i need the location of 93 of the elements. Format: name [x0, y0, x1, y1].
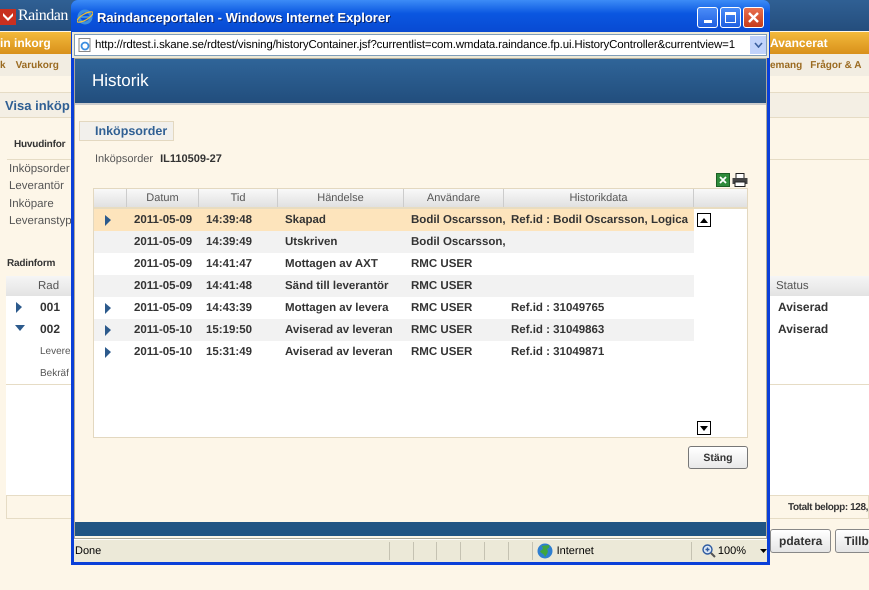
table-cell: Mottagen av levera [285, 302, 389, 314]
page-title: Historik [91, 71, 149, 91]
field-label: Levere [40, 346, 71, 356]
table-cell-text: Aviserad [777, 322, 828, 336]
column-header[interactable]: Tid [199, 189, 278, 207]
table-cell: 2011-05-09 [134, 258, 192, 270]
caret-icon [760, 549, 767, 553]
total-amount: Totalt belopp: 128, [788, 502, 868, 512]
maximize-icon [725, 12, 736, 22]
section-tab[interactable]: Inköpsorder [79, 121, 174, 141]
column-header: Status [775, 280, 809, 292]
table-cell: RMC USER [411, 302, 472, 314]
window-title: Raindanceportalen - Windows Internet Explorer [97, 10, 392, 24]
table-cell: Ref.id : 31049765 [511, 302, 604, 314]
browser-icon [77, 9, 93, 25]
field-label: Inköpsorder [8, 162, 70, 175]
minimize-icon [704, 20, 712, 23]
section-title: Huvudinfor [14, 139, 66, 150]
field-label: Inköpare [8, 198, 54, 210]
table-cell: RMC USER [411, 258, 472, 270]
table-cell: 14:43:39 [206, 302, 252, 314]
table-cell: 002 [40, 322, 60, 336]
table-cell: 2011-05-09 [134, 280, 192, 292]
table-cell: Aviserad av leveran [285, 324, 393, 336]
nav-link[interactable]: emang [770, 60, 802, 70]
down-arrow-icon [700, 426, 708, 430]
zoom-control[interactable]: 100% [690, 542, 746, 560]
page-heading: Visa inköp [4, 98, 70, 112]
logo-icon [0, 6, 16, 24]
field-label: Leveranstyp [8, 215, 72, 228]
table-cell: Bodil Oscarsson, [411, 214, 506, 226]
close-icon [748, 12, 759, 22]
column-header[interactable]: Historikdata [504, 189, 694, 207]
scroll-up-button[interactable] [697, 213, 711, 227]
field-value: IL110509-27 [160, 153, 222, 165]
table-cell: 2011-05-10 [134, 324, 192, 336]
column-header[interactable]: Händelse [278, 189, 404, 207]
page-button[interactable]: pdatera [770, 529, 832, 553]
nav-link[interactable]: Frågor & A [810, 60, 862, 70]
column-header[interactable]: Datum [127, 189, 199, 207]
table-cell: Skapad [285, 214, 326, 226]
table-cell: Ref.id : 31049871 [511, 346, 604, 358]
column-header: Rad [37, 280, 60, 292]
up-arrow-icon [700, 218, 708, 222]
table-cell: Ref.id : Bodil Oscarsson, Logica [511, 214, 688, 226]
table-cell: Aviserad av leveran [285, 346, 393, 358]
table-cell: Utskriven [285, 236, 338, 248]
column-header[interactable]: Användare [404, 189, 504, 207]
status-text: Done [74, 545, 102, 557]
logo-text: Raindan [18, 6, 68, 24]
table-cell: 14:41:48 [206, 280, 252, 292]
table-cell: 15:31:49 [206, 346, 252, 358]
nav-link[interactable]: Varukorg [16, 60, 59, 70]
table-cell: 15:19:50 [206, 324, 252, 336]
nav-link[interactable]: k [0, 60, 6, 70]
dropdown-button[interactable] [750, 36, 766, 54]
table-cell: 14:39:49 [206, 236, 252, 248]
table-cell: 14:41:47 [206, 258, 252, 270]
table-cell: RMC USER [411, 346, 472, 358]
field-label: Bekräf [40, 368, 69, 378]
table-row[interactable]: 2011-05-09 14:39:48 Skapad Bodil Oscarsson, Ref.id : Bodil Oscarsson, Logica [94, 209, 694, 231]
table-cell: 2011-05-10 [134, 346, 192, 358]
table-cell-text: Aviserad [777, 300, 828, 314]
section-title: Radinform [7, 258, 56, 268]
table-cell: 001 [40, 300, 60, 314]
table-cell: Bodil Oscarsson, [411, 236, 506, 248]
close-button[interactable] [743, 6, 764, 28]
table-cell: 2011-05-09 [134, 302, 192, 314]
status-text: Internet [556, 545, 594, 557]
table-cell: 2011-05-09 [134, 236, 192, 248]
address-bar[interactable]: http://rdtest.i.skane.se/rdtest/visning/historyContainer.jsf?currentlist=com.wmdata.raindance.fp.ui.HistoryController&currentview=1 [74, 34, 767, 56]
table-cell: Ref.id : 31049863 [511, 324, 604, 336]
table-cell: Sänd till leverantör [285, 280, 389, 292]
table-cell: RMC USER [411, 324, 472, 336]
table-cell: 2011-05-09 [134, 214, 192, 226]
field-label: Inköpsorder [95, 153, 154, 165]
scroll-down-button[interactable] [697, 421, 711, 435]
table-row[interactable]: 2011-05-10 15:19:50 Aviserad av leveran RMC USER Ref.id : 31049863 [94, 319, 694, 341]
table-row[interactable]: 2011-05-09 14:39:49 Utskriven Bodil Oscarsson, [94, 231, 694, 253]
page-icon [78, 38, 92, 52]
table-row[interactable]: 2011-05-09 14:41:48 Sänd till leverantör RMC USER [94, 275, 694, 297]
zoom-icon [702, 544, 716, 558]
table-cell: Mottagen av AXT [285, 258, 378, 270]
minimize-button[interactable] [697, 6, 718, 28]
table-cell: 14:39:48 [206, 214, 252, 226]
table-cell: RMC USER [411, 280, 472, 292]
url-text: http://rdtest.i.skane.se/rdtest/visning/historyContainer.jsf?currentlist=com.wmdata.raindance.fp.ui.HistoryController&currentview=1 [95, 39, 736, 51]
globe-icon [536, 543, 553, 559]
chevron-icon [754, 42, 762, 48]
close-button[interactable]: Stäng [688, 446, 748, 469]
maximize-button[interactable] [720, 6, 741, 28]
field-label: Leverantör [8, 180, 64, 192]
page-button[interactable]: Tillb [835, 529, 869, 553]
